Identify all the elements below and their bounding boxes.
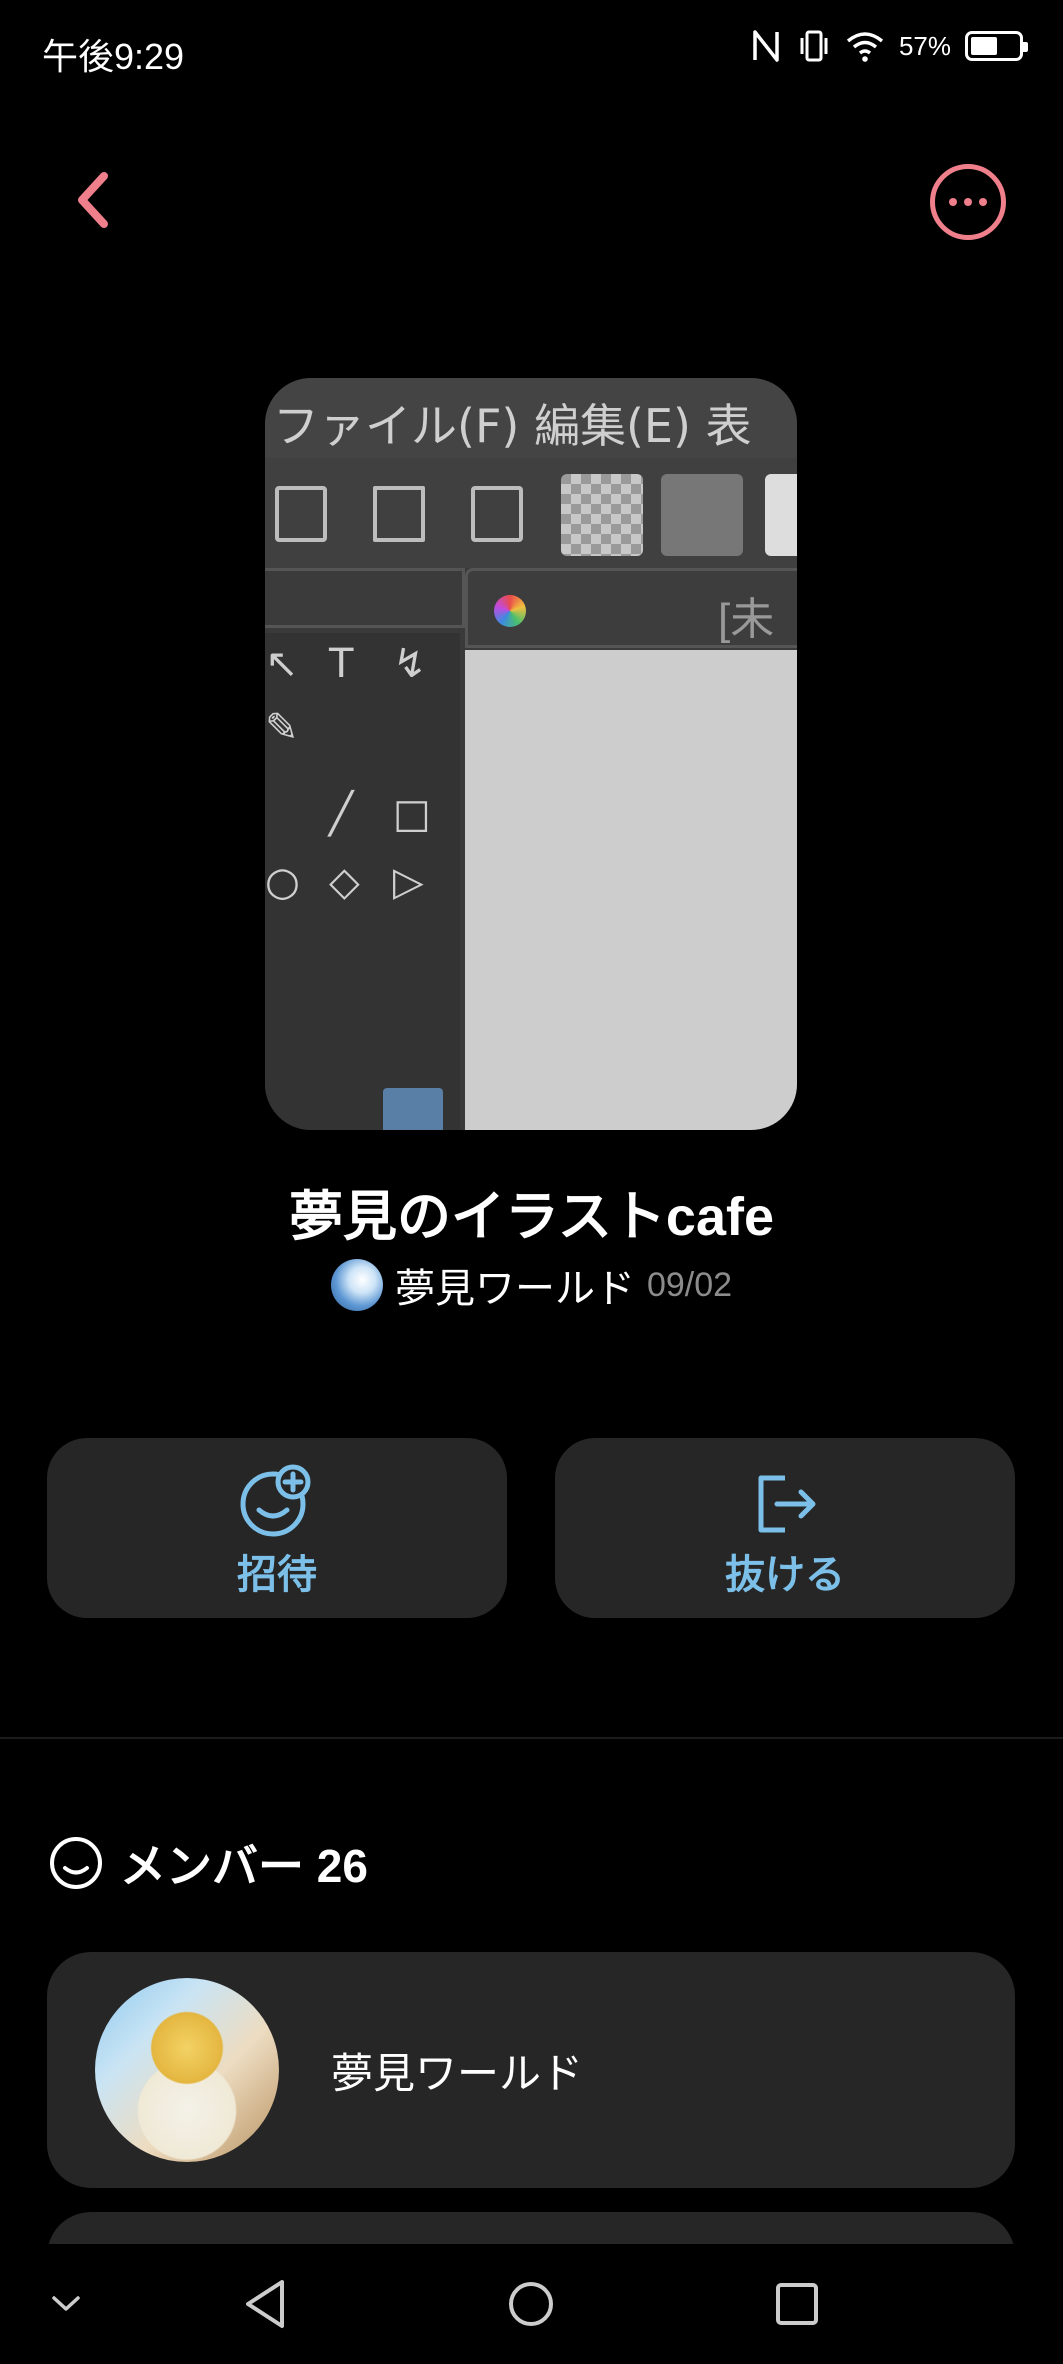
recents-square-icon — [776, 2283, 818, 2325]
battery-icon — [965, 31, 1028, 61]
nav-back-button[interactable] — [230, 2244, 300, 2364]
cover-tool: ↯ — [393, 641, 427, 687]
home-circle-icon — [509, 2282, 553, 2326]
cover-transparent-swatch — [561, 474, 643, 556]
nav-collapse-button[interactable] — [36, 2244, 96, 2364]
cover-tool: □ — [393, 791, 431, 837]
smile-icon — [50, 1837, 102, 1889]
color-wheel-icon — [494, 595, 526, 627]
cover-grey-swatch — [661, 474, 743, 556]
more-dot — [979, 198, 987, 206]
cover-document-tab: [未 — [465, 568, 797, 648]
more-dot — [964, 198, 972, 206]
cover-save-icon — [471, 486, 523, 542]
status-bar: 午後9:29 57% — [0, 0, 1063, 100]
cover-tool-palette: ↖ T ↯ ✎ ╱ □ ○ ◇ ▷ — [265, 633, 460, 1130]
leave-label: 抜ける — [725, 1553, 845, 1597]
battery-fill — [971, 37, 997, 55]
invite-button[interactable]: 招待 — [47, 1438, 507, 1618]
room-date: 09/02 — [646, 1265, 733, 1304]
cover-tool: ↖ — [265, 641, 299, 687]
battery-percent: 57% — [898, 30, 951, 61]
cover-left-panel — [265, 568, 465, 628]
room-cover-image: ファイル(F) 編集(E) 表 ↖ T ↯ ✎ ╱ □ ○ ◇ ▷ [未 — [265, 378, 797, 1130]
nfc-icon — [753, 30, 779, 62]
owner-avatar[interactable] — [330, 1259, 383, 1311]
room-owner-line[interactable]: 夢見ワールド 09/02 — [0, 1256, 1063, 1314]
status-icons: 57% — [749, 26, 1028, 66]
system-nav-bar — [0, 2244, 1063, 2364]
cover-color-swatch — [765, 474, 797, 556]
nav-recents-button[interactable] — [762, 2244, 832, 2364]
cover-tab-title: [未 — [718, 595, 775, 644]
members-heading-label: メンバー 26 — [120, 1840, 368, 1892]
section-divider — [0, 1737, 1063, 1739]
cover-tool: T — [329, 641, 354, 687]
cover-tool: ╱ — [329, 791, 354, 837]
cover-tool: ▷ — [393, 859, 424, 905]
back-triangle-icon — [246, 2280, 284, 2328]
cover-tool: ○ — [265, 859, 300, 905]
cover-tool: ✎ — [265, 705, 299, 751]
invite-label: 招待 — [237, 1553, 317, 1597]
cover-new-file-icon — [275, 486, 327, 542]
members-heading: メンバー 26 — [48, 1830, 368, 1896]
cover-tool: ◇ — [329, 859, 360, 905]
status-time: 午後9:29 — [42, 36, 185, 77]
cover-crop-tool — [383, 1088, 443, 1130]
member-row[interactable]: 夢見ワールド — [47, 1952, 1015, 2188]
member-name: 夢見ワールド — [331, 2050, 584, 2097]
leave-button[interactable]: 抜ける — [555, 1438, 1015, 1618]
vibrate-icon — [800, 30, 828, 62]
exit-icon — [758, 1475, 816, 1533]
member-avatar — [95, 1978, 279, 2162]
wifi-icon — [846, 32, 884, 62]
chevron-left-icon — [78, 172, 108, 228]
cover-folder-icon — [373, 486, 425, 542]
back-button[interactable] — [62, 160, 122, 240]
add-person-smile-icon — [240, 1464, 311, 1537]
more-options-button[interactable] — [930, 164, 1006, 240]
cover-menu-text: ファイル(F) 編集(E) 表 — [265, 378, 797, 458]
room-title: 夢見のイラストcafe — [289, 1187, 774, 1247]
owner-name[interactable]: 夢見ワールド — [395, 1256, 635, 1314]
nav-home-button[interactable] — [496, 2244, 566, 2364]
chevron-down-icon — [52, 2296, 80, 2311]
more-horizontal-icon — [949, 198, 957, 206]
cover-canvas — [465, 650, 797, 1130]
